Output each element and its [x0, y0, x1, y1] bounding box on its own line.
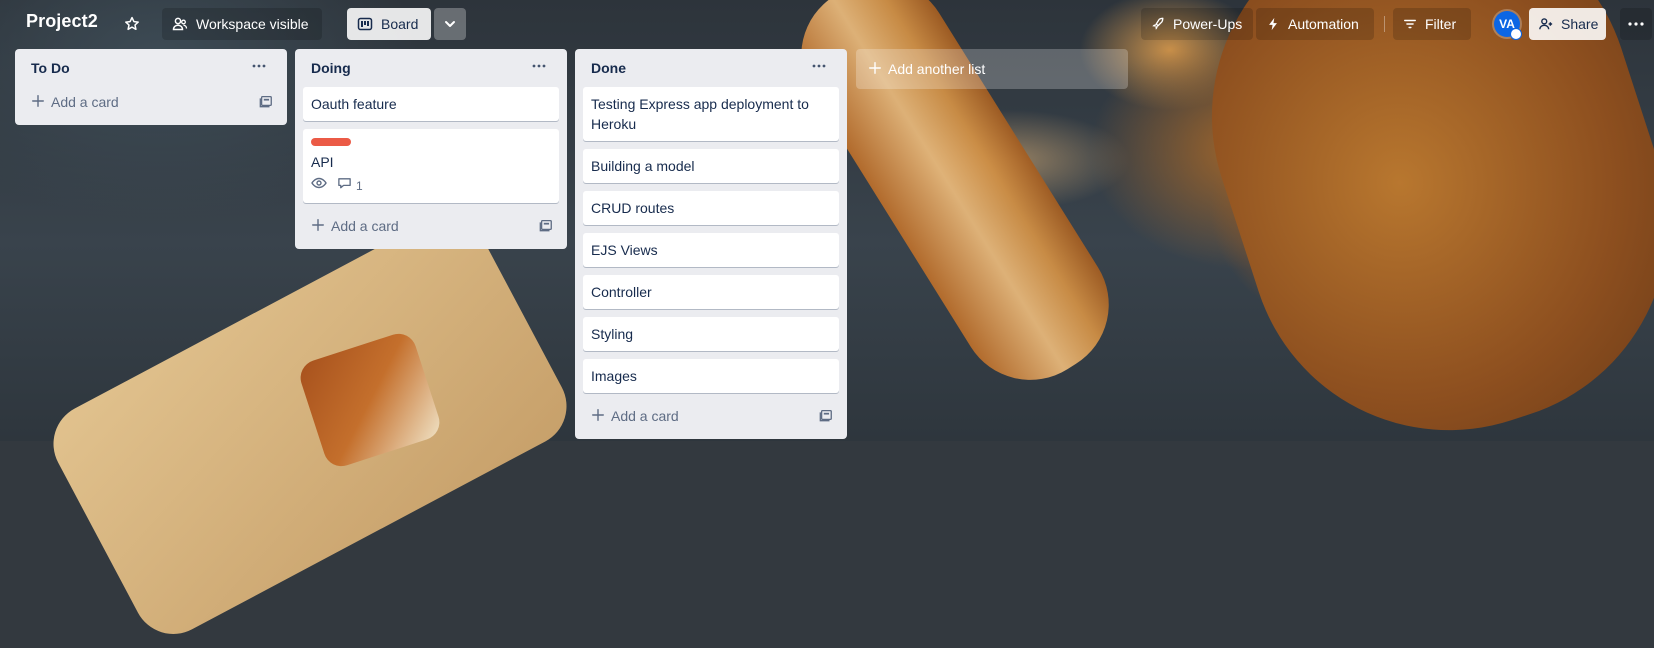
add-card-button[interactable]: Add a card: [303, 211, 559, 241]
template-icon[interactable]: [819, 408, 833, 425]
card-title: Testing Express app deployment to Heroku: [591, 96, 809, 132]
list-title[interactable]: Done: [591, 60, 626, 76]
filter-button[interactable]: Filter: [1393, 8, 1471, 40]
card[interactable]: Building a model: [583, 149, 839, 183]
add-list-button[interactable]: Add another list: [856, 49, 1128, 89]
card[interactable]: API 1: [303, 129, 559, 203]
star-icon: [124, 16, 140, 32]
bread-loaf-image: [1159, 0, 1654, 483]
board-header: Project2 Workspace visible Board Power-U…: [0, 0, 1654, 48]
card[interactable]: EJS Views: [583, 233, 839, 267]
list-header: To Do: [23, 49, 279, 87]
header-divider: [1384, 16, 1385, 32]
share-button[interactable]: Share: [1529, 8, 1606, 40]
list-title[interactable]: Doing: [311, 60, 351, 76]
card-title: Oauth feature: [311, 96, 397, 112]
rocket-icon: [1151, 17, 1165, 31]
list-menu-button[interactable]: [245, 56, 273, 80]
list-header: Done: [583, 49, 839, 87]
card[interactable]: Testing Express app deployment to Heroku: [583, 87, 839, 141]
share-label: Share: [1561, 16, 1599, 32]
card[interactable]: Controller: [583, 275, 839, 309]
automation-label: Automation: [1288, 16, 1359, 32]
plus-icon: [311, 218, 325, 235]
template-icon[interactable]: [259, 94, 273, 111]
ellipsis-icon: [811, 58, 827, 79]
card[interactable]: Oauth feature: [303, 87, 559, 121]
board-title[interactable]: Project2: [26, 11, 98, 32]
add-card-label: Add a card: [331, 218, 399, 234]
comments-count: 1: [356, 179, 363, 193]
card-title: Building a model: [591, 158, 695, 174]
ellipsis-icon: [251, 58, 267, 79]
admin-badge-icon: [1510, 28, 1522, 40]
card-title: API: [311, 154, 334, 170]
comment-icon: [337, 176, 352, 196]
plus-icon: [591, 408, 605, 425]
card[interactable]: CRUD routes: [583, 191, 839, 225]
powerups-button[interactable]: Power-Ups: [1141, 8, 1253, 40]
add-card-label: Add a card: [611, 408, 679, 424]
list-title[interactable]: To Do: [31, 60, 70, 76]
board-view-button[interactable]: Board: [347, 8, 431, 40]
card-title: Controller: [591, 284, 652, 300]
template-icon[interactable]: [539, 218, 553, 235]
visibility-label: Workspace visible: [196, 16, 309, 32]
ellipsis-icon: [531, 58, 547, 79]
people-icon: [172, 16, 188, 32]
board-icon: [357, 16, 373, 32]
add-card-button[interactable]: Add a card: [583, 401, 839, 431]
person-add-icon: [1539, 17, 1553, 31]
plus-icon: [31, 94, 45, 111]
list-to-do: To Do Add a card: [15, 49, 287, 125]
list-header: Doing: [303, 49, 559, 87]
card-title: Styling: [591, 326, 634, 342]
card-label-red[interactable]: [311, 138, 351, 146]
filter-icon: [1403, 17, 1417, 31]
card-title: CRUD routes: [591, 200, 675, 216]
card-badges: 1: [311, 176, 551, 196]
more-menu-button[interactable]: [1620, 8, 1652, 40]
eye-icon: [311, 176, 327, 196]
add-card-button[interactable]: Add a card: [23, 87, 279, 117]
plus-icon: [868, 61, 882, 78]
list-menu-button[interactable]: [805, 56, 833, 80]
chevron-down-icon: [442, 16, 458, 32]
add-list-label: Add another list: [888, 61, 986, 77]
cutting-board-image: [39, 201, 581, 648]
card-title: Images: [591, 368, 637, 384]
list-doing: Doing Oauth feature API 1 Add a card: [295, 49, 567, 249]
board-view-label: Board: [381, 16, 419, 32]
card[interactable]: Styling: [583, 317, 839, 351]
add-card-label: Add a card: [51, 94, 119, 110]
comments-badge: 1: [337, 176, 363, 196]
card[interactable]: Images: [583, 359, 839, 393]
visibility-button[interactable]: Workspace visible: [162, 8, 322, 40]
more-icon: [1627, 16, 1645, 32]
lightning-icon: [1266, 17, 1280, 31]
view-switch-button[interactable]: [434, 8, 466, 40]
filter-label: Filter: [1425, 16, 1457, 32]
automation-button[interactable]: Automation: [1256, 8, 1374, 40]
star-button[interactable]: [116, 8, 148, 40]
list-done: Done Testing Express app deployment to H…: [575, 49, 847, 439]
powerups-label: Power-Ups: [1173, 16, 1243, 32]
card-title: EJS Views: [591, 242, 658, 258]
list-menu-button[interactable]: [525, 56, 553, 80]
watching-badge: [311, 176, 327, 196]
